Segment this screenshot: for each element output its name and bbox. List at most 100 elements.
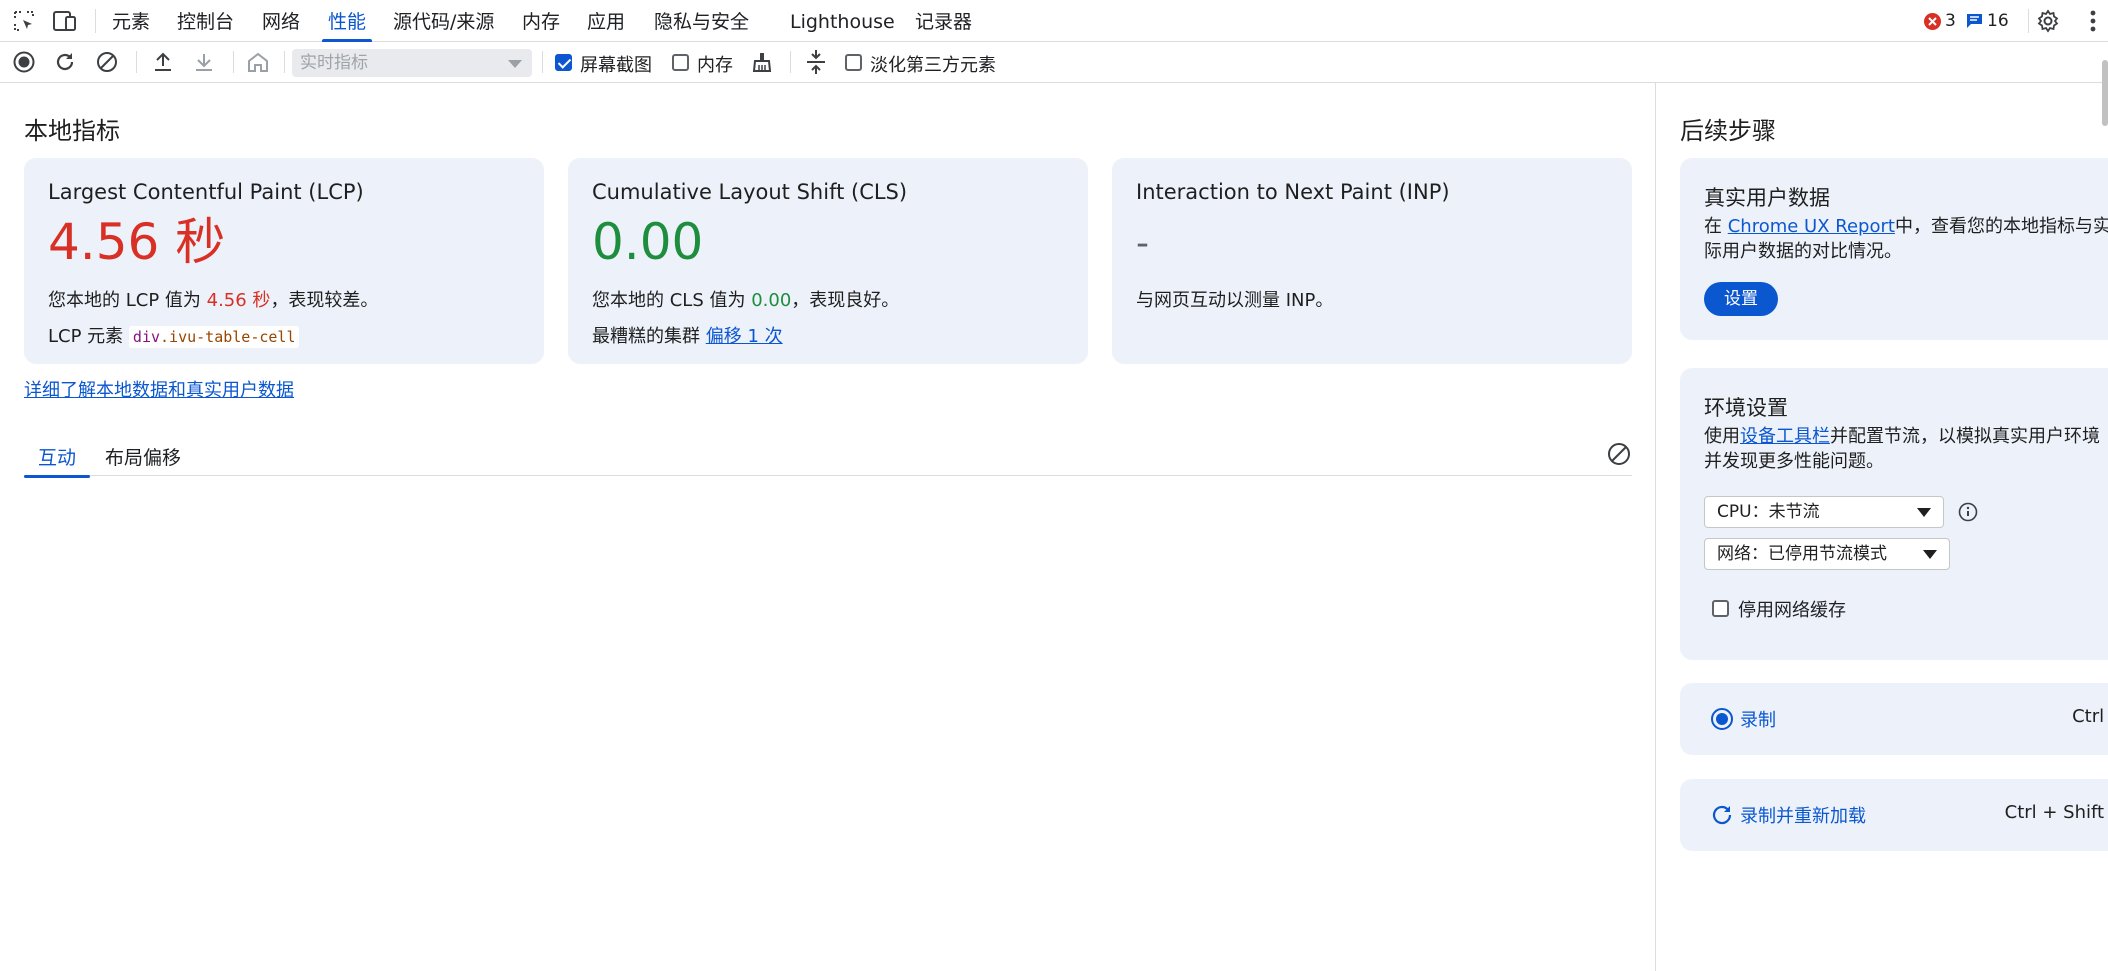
cls-desc-value: 0.00 (751, 290, 792, 311)
tab-performance[interactable]: 性能 (321, 0, 373, 42)
inp-description: 与网页互动以测量 INP。 (1136, 290, 1334, 311)
memory-checkbox[interactable] (672, 54, 689, 71)
error-badge[interactable]: 3 (1924, 10, 1956, 32)
record-icon[interactable] (9, 47, 39, 77)
lcp-desc-value: 4.56 秒 (206, 290, 271, 311)
inp-card: Interaction to Next Paint (INP) - 与网页互动以… (1112, 158, 1632, 364)
field-data-title: 真实用户数据 (1704, 186, 1830, 210)
timeline-select: 实时指标 (292, 49, 532, 77)
lcp-value: 4.56 秒 (48, 213, 226, 271)
record-reload-label: 录制并重新加载 (1740, 806, 1866, 827)
tab-recorder[interactable]: 记录器 (915, 0, 972, 42)
tab-application[interactable]: 应用 (587, 0, 625, 42)
tab-lighthouse[interactable]: Lighthouse (790, 0, 895, 42)
disable-cache-checkbox[interactable] (1712, 600, 1729, 617)
divider (233, 51, 234, 73)
cls-worst-link[interactable]: 偏移 1 次 (706, 326, 783, 347)
divider (542, 51, 543, 73)
divider (95, 9, 96, 33)
page-title: 本地指标 (24, 117, 120, 145)
cpu-throttle-select[interactable]: CPU：未节流 (1704, 496, 1944, 528)
network-throttle-select[interactable]: 网络：已停用节流模式 (1704, 538, 1950, 570)
record-reload-action[interactable]: 录制并重新加载 Ctrl + Shift + E (1680, 779, 2108, 851)
broom-gc-icon[interactable] (747, 47, 777, 77)
sidebar-title: 后续步骤 (1680, 117, 1776, 145)
record-radio-icon (1710, 707, 1734, 731)
timeline-select-value: 实时指标 (300, 53, 368, 73)
upload-icon[interactable] (148, 47, 178, 77)
cls-value: 0.00 (592, 213, 704, 271)
tab-network[interactable]: 网络 (262, 0, 300, 42)
chevron-down-icon (508, 60, 522, 68)
dim-third-party-checkbox[interactable] (845, 54, 862, 71)
tab-privacy-security[interactable]: 隐私与安全 (654, 0, 749, 42)
sidebar-scrollbar[interactable] (2102, 60, 2108, 126)
learn-more-link[interactable]: 详细了解本地数据和真实用户数据 (24, 376, 294, 402)
lcp-card: Largest Contentful Paint (LCP) 4.56 秒 您本… (24, 158, 544, 364)
cpu-throttle-value: CPU：未节流 (1717, 502, 1820, 522)
divider (136, 51, 137, 73)
screenshots-checkbox[interactable] (555, 54, 572, 71)
subtabs: 互动 布局偏移 (23, 431, 1632, 478)
cls-worst-label: 最糟糕的集群 (592, 326, 700, 347)
field-data-card: 真实用户数据 在 Chrome UX Report中，查看您的本地指标与实 际用… (1680, 158, 2108, 340)
clear-log-icon[interactable] (1606, 441, 1632, 467)
disable-cache-label: 停用网络缓存 (1738, 600, 1846, 621)
info-icon[interactable] (1958, 502, 1978, 522)
messages-badge[interactable]: 16 (1966, 10, 2009, 32)
setup-button[interactable]: 设置 (1704, 282, 1778, 316)
tab-elements[interactable]: 元素 (112, 0, 150, 42)
cls-card: Cumulative Layout Shift (CLS) 0.00 您本地的 … (568, 158, 1088, 364)
screenshots-label: 屏幕截图 (580, 55, 652, 76)
message-count: 16 (1987, 11, 2009, 31)
field-data-text: 在 Chrome UX Report中，查看您的本地指标与实 际用户数据的对比情… (1704, 216, 2108, 262)
more-options-icon[interactable] (2078, 6, 2108, 36)
tab-sources[interactable]: 源代码/来源 (393, 0, 494, 42)
device-toolbar-link[interactable]: 设备工具栏 (1740, 426, 1830, 447)
device-toolbar-icon[interactable] (50, 6, 80, 36)
subtab-layout-shifts[interactable]: 布局偏移 (105, 443, 181, 470)
dim-third-party-label: 淡化第三方元素 (870, 55, 996, 76)
lcp-element-label: LCP 元素 (48, 326, 124, 347)
tab-console[interactable]: 控制台 (177, 0, 234, 42)
home-icon (243, 47, 273, 77)
settings-gear-icon[interactable] (2033, 6, 2063, 36)
lcp-title: Largest Contentful Paint (LCP) (48, 180, 364, 204)
performance-toolbar: 实时指标 屏幕截图 内存 淡化第三方元素 (0, 42, 2108, 83)
tab-memory[interactable]: 内存 (522, 0, 560, 42)
clear-icon[interactable] (92, 47, 122, 77)
lcp-element-node[interactable]: div.ivu-table-cell (128, 326, 300, 348)
record-shortcut: Ctrl + E (2072, 706, 2108, 727)
environment-card: 环境设置 使用设备工具栏并配置节流，以模拟真实用户环境 并发现更多性能问题。 C… (1680, 368, 2108, 660)
collapse-tracks-icon[interactable] (801, 47, 831, 77)
element-picker-icon[interactable] (9, 6, 39, 36)
divider (284, 51, 285, 73)
chevron-down-icon (1923, 550, 1937, 559)
divider (2028, 9, 2029, 33)
cls-worst-cluster: 最糟糕的集群 偏移 1 次 (592, 322, 1064, 348)
environment-text: 使用设备工具栏并配置节流，以模拟真实用户环境 并发现更多性能问题。 (1704, 426, 2100, 472)
main-panel: 本地指标 Largest Contentful Paint (LCP) 4.56… (0, 83, 1655, 971)
message-icon (1966, 13, 1983, 29)
crux-link[interactable]: Chrome UX Report (1728, 216, 1895, 237)
chevron-down-icon (1917, 508, 1931, 517)
lcp-description: 您本地的 LCP 值为 4.56 秒，表现较差。 (48, 290, 379, 311)
error-count: 3 (1945, 11, 1956, 31)
reload-icon (1710, 803, 1734, 827)
record-label: 录制 (1740, 710, 1776, 731)
memory-label: 内存 (697, 55, 733, 76)
record-action[interactable]: 录制 Ctrl + E (1680, 683, 2108, 755)
lcp-element-line: LCP 元素 div.ivu-table-cell (48, 322, 520, 348)
network-throttle-value: 网络：已停用节流模式 (1717, 544, 1887, 564)
environment-title: 环境设置 (1704, 396, 1788, 420)
download-icon (189, 47, 219, 77)
inp-value: - (1136, 223, 1149, 264)
divider (790, 51, 791, 73)
devtools-tabbar: 元素 控制台 网络 性能 源代码/来源 内存 应用 隐私与安全 Lighthou… (0, 0, 2108, 42)
record-reload-shortcut: Ctrl + Shift + E (2004, 802, 2108, 823)
error-icon (1924, 12, 1941, 30)
next-steps-sidebar: 后续步骤 真实用户数据 在 Chrome UX Report中，查看您的本地指标… (1656, 83, 2108, 971)
subtab-interactions[interactable]: 互动 (23, 443, 91, 478)
reload-icon[interactable] (50, 47, 80, 77)
cls-description: 您本地的 CLS 值为 0.00，表现良好。 (592, 290, 900, 311)
